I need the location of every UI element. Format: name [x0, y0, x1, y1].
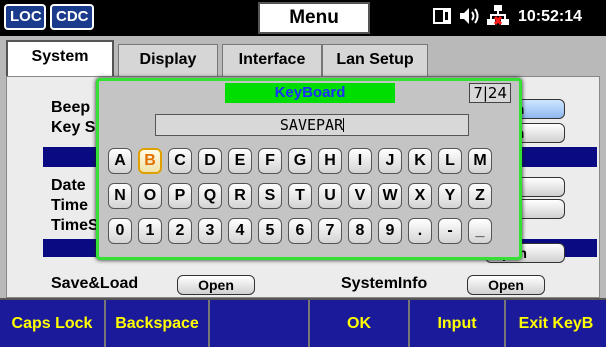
softkey-bar: Caps Lock Backspace OK Input Exit KeyB	[0, 298, 606, 347]
key-z[interactable]: Z	[468, 183, 492, 209]
exit-keyboard-softkey[interactable]: Exit KeyB	[506, 300, 606, 347]
date-label: Date	[51, 177, 86, 194]
key-4[interactable]: 4	[228, 218, 252, 244]
network-disconnected-icon	[486, 4, 510, 33]
caps-lock-softkey[interactable]: Caps Lock	[0, 300, 106, 347]
key-5[interactable]: 5	[258, 218, 282, 244]
key-s[interactable]: S	[258, 183, 282, 209]
key-3[interactable]: 3	[198, 218, 222, 244]
tab-strip: System Display Interface Lan Setup	[0, 36, 606, 76]
system-info-open-button[interactable]: Open	[467, 275, 545, 295]
time-set-label: TimeS	[51, 217, 99, 234]
key-g[interactable]: G	[288, 148, 312, 174]
save-load-label: Save&Load	[51, 275, 139, 292]
cdc-badge: CDC	[50, 4, 94, 30]
text-caret	[343, 118, 345, 132]
key-row-letters-a-m: ABCDEFGHIJKLM	[108, 148, 492, 174]
key-w[interactable]: W	[378, 183, 402, 209]
speaker-icon	[458, 6, 480, 31]
key-sound-label: Key S	[51, 119, 96, 136]
key-i[interactable]: I	[348, 148, 372, 174]
key-y[interactable]: Y	[438, 183, 462, 209]
key-row-letters-n-z: NOPQRSTUVWXYZ	[108, 183, 492, 209]
input-softkey[interactable]: Input	[410, 300, 506, 347]
time-label: Time	[51, 197, 89, 214]
key-d[interactable]: D	[198, 148, 222, 174]
key-j[interactable]: J	[378, 148, 402, 174]
key-l[interactable]: L	[438, 148, 462, 174]
key-1[interactable]: 1	[138, 218, 162, 244]
keyboard-title: KeyBoard	[225, 83, 395, 103]
save-load-open-button[interactable]: Open	[177, 275, 255, 295]
section-header-bar	[43, 147, 97, 167]
key-b[interactable]: B	[138, 148, 162, 174]
key-h[interactable]: H	[318, 148, 342, 174]
onscreen-keyboard: KeyBoard 7|24 SAVEPAR ABCDEFGHIJKLM NOPQ…	[96, 78, 522, 260]
character-count: 7|24	[469, 83, 511, 103]
key-v[interactable]: V	[348, 183, 372, 209]
key-r[interactable]: R	[228, 183, 252, 209]
keyboard-input-field[interactable]: SAVEPAR	[155, 114, 469, 136]
ok-softkey[interactable]: OK	[310, 300, 410, 347]
system-info-label: SystemInfo	[341, 275, 428, 292]
tab-system[interactable]: System	[6, 40, 114, 76]
key-period[interactable]: .	[408, 218, 432, 244]
key-q[interactable]: Q	[198, 183, 222, 209]
tab-interface[interactable]: Interface	[222, 44, 322, 76]
key-n[interactable]: N	[108, 183, 132, 209]
backspace-softkey[interactable]: Backspace	[106, 300, 210, 347]
clock: 10:52:14	[518, 8, 583, 25]
key-row-digits-symbols: 0 1 2 3 4 5 6 7 8 9. - _	[108, 218, 492, 244]
key-x[interactable]: X	[408, 183, 432, 209]
input-value: SAVEPAR	[279, 116, 344, 134]
key-t[interactable]: T	[288, 183, 312, 209]
loc-badge: LOC	[4, 4, 46, 30]
key-0[interactable]: 0	[108, 218, 132, 244]
key-c[interactable]: C	[168, 148, 192, 174]
tab-lan-setup[interactable]: Lan Setup	[322, 44, 428, 76]
key-hyphen[interactable]: -	[438, 218, 462, 244]
key-p[interactable]: P	[168, 183, 192, 209]
memory-card-icon	[432, 6, 452, 31]
menu-title: Menu	[258, 2, 370, 34]
status-bar: LOC CDC Menu 10:52:14	[0, 0, 606, 36]
key-7[interactable]: 7	[318, 218, 342, 244]
beep-label: Beep	[51, 99, 91, 116]
key-m[interactable]: M	[468, 148, 492, 174]
tab-display[interactable]: Display	[118, 44, 218, 76]
key-e[interactable]: E	[228, 148, 252, 174]
key-u[interactable]: U	[318, 183, 342, 209]
key-k[interactable]: K	[408, 148, 432, 174]
key-6[interactable]: 6	[288, 218, 312, 244]
key-underscore[interactable]: _	[468, 218, 492, 244]
key-8[interactable]: 8	[348, 218, 372, 244]
key-9[interactable]: 9	[378, 218, 402, 244]
key-f[interactable]: F	[258, 148, 282, 174]
key-o[interactable]: O	[138, 183, 162, 209]
key-2[interactable]: 2	[168, 218, 192, 244]
status-icons	[432, 4, 510, 33]
key-a[interactable]: A	[108, 148, 132, 174]
blank-softkey[interactable]	[210, 300, 310, 347]
